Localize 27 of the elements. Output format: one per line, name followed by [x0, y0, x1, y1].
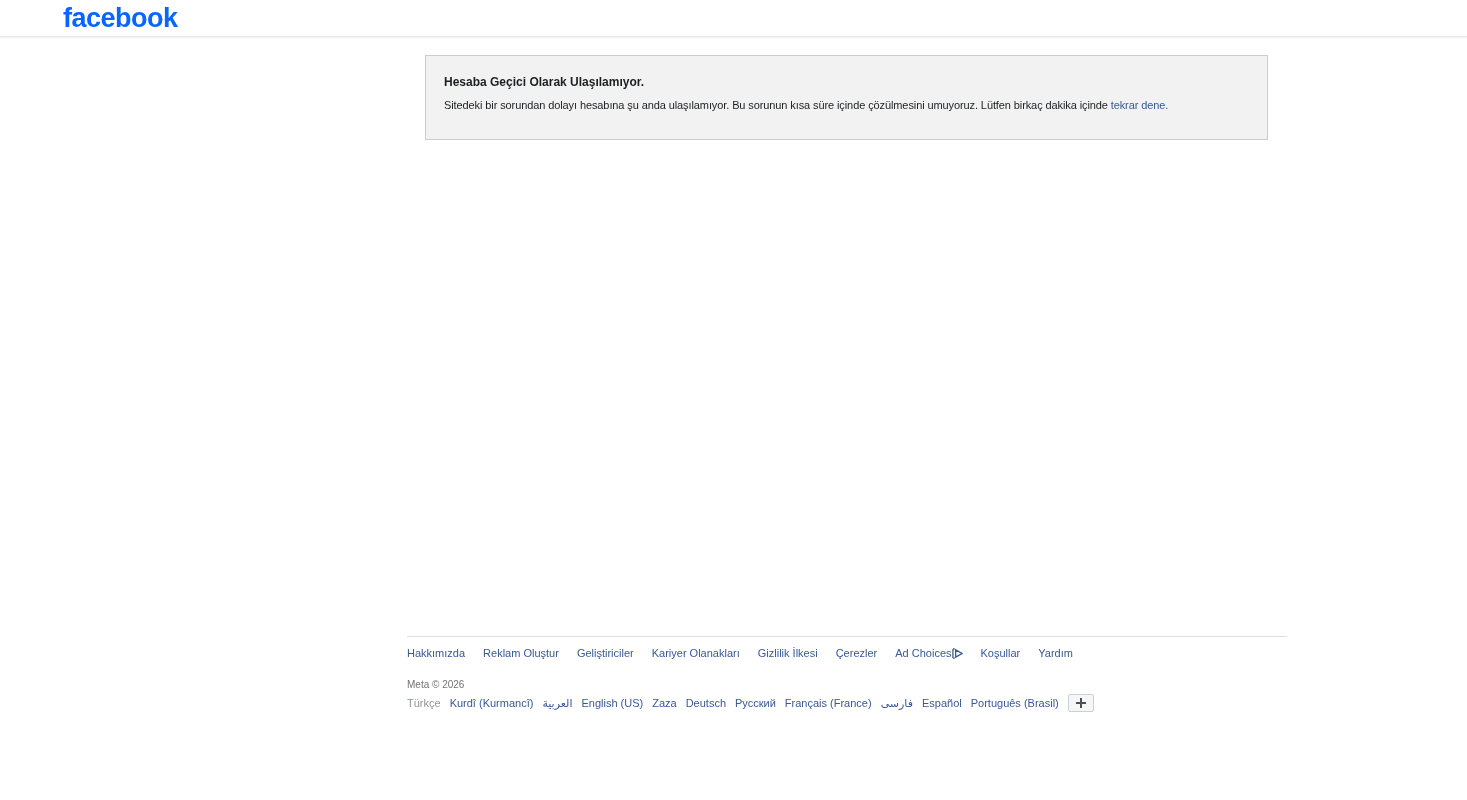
footer-link[interactable]: Reklam Oluştur	[483, 645, 559, 661]
language-link[interactable]: Deutsch	[685, 695, 726, 711]
facebook-logo[interactable]: facebook	[63, 4, 178, 32]
footer-link[interactable]: Çerezler	[835, 645, 878, 661]
footer-link[interactable]: Gizlilik İlkesi	[757, 645, 818, 661]
footer-link[interactable]: Yardım	[1038, 645, 1073, 661]
notice-message: Sitedeki bir sorundan dolayı hesabına şu anda ulaşılamıyor. Bu sorunun kısa süre içinde çözülmesini umuyoruz. Lütfen birkaç dakika içinde tekrar dene.	[444, 98, 1169, 112]
language-link[interactable]: Français (France)	[784, 695, 872, 711]
language-link[interactable]: Русский	[735, 695, 776, 711]
footer-link[interactable]: Hakkımızda	[407, 645, 466, 661]
language-link[interactable]: Zaza	[652, 695, 677, 711]
ad-choices-link[interactable]: Ad Choices	[895, 645, 963, 661]
notice-title: Hesaba Geçici Olarak Ulaşılamıyor.	[444, 74, 645, 90]
plus-icon	[1075, 698, 1086, 708]
language-link[interactable]: العربية	[542, 695, 573, 711]
language-link[interactable]: Português (Brasil)	[970, 695, 1059, 711]
footer-link[interactable]: Kariyer Olanakları	[651, 645, 740, 661]
footer-link[interactable]: Geliştiriciler	[576, 645, 634, 661]
triangle-icon	[951, 647, 963, 659]
more-languages-button[interactable]	[1067, 694, 1094, 712]
copyright-text: Meta © 2026	[407, 679, 465, 691]
language-link[interactable]: Kurdî (Kurmancî)	[449, 695, 534, 711]
language-link[interactable]: Español	[921, 695, 962, 711]
footer-link[interactable]: Koşullar	[980, 645, 1021, 661]
language-link[interactable]: فارسی	[880, 695, 913, 711]
language-link[interactable]: English (US)	[581, 695, 644, 711]
retry-link[interactable]: tekrar dene.	[1110, 99, 1169, 111]
